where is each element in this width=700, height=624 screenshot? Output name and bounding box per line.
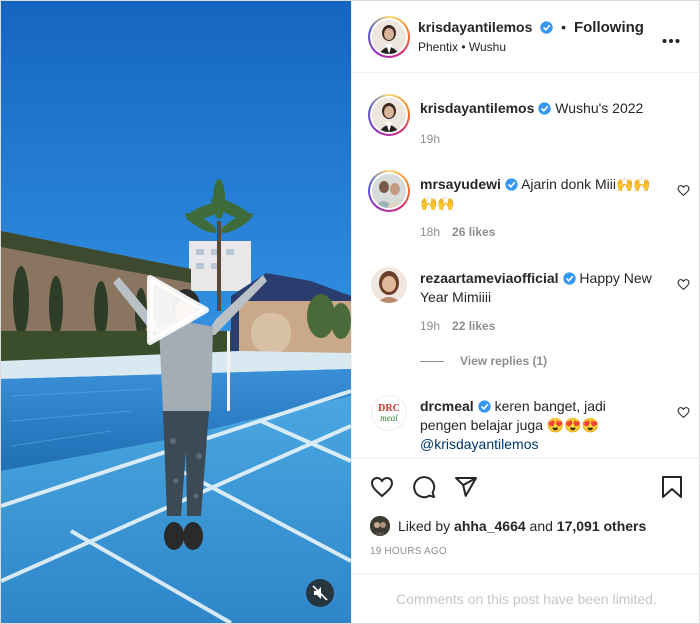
replies-divider xyxy=(420,361,444,363)
verified-badge-icon xyxy=(540,21,553,34)
verified-badge-icon xyxy=(562,272,576,285)
commenter-username[interactable]: drcmeal xyxy=(420,398,474,414)
commenter-avatar[interactable] xyxy=(368,170,410,212)
verified-badge-icon xyxy=(478,400,491,413)
mention-link[interactable]: @krisdayantilemos xyxy=(420,436,538,452)
commenter-avatar[interactable]: DRC meal xyxy=(371,395,407,431)
comments-list: krisdayantilemos Wushu's 2022 19h mrsayu… xyxy=(352,74,700,458)
post-timestamp[interactable]: 19 HOURS AGO xyxy=(370,546,447,557)
comment-time[interactable]: 19h xyxy=(420,319,440,333)
author-username[interactable]: krisdayantilemos xyxy=(418,19,532,35)
caption-time[interactable]: 19h xyxy=(420,132,440,146)
muted-speaker-icon xyxy=(312,585,328,601)
share-send-icon[interactable] xyxy=(454,475,478,499)
verified-badge-icon xyxy=(505,178,518,191)
comment-meta: 19h 22 likes xyxy=(420,319,495,333)
commenter-username[interactable]: mrsayudewi xyxy=(420,176,501,192)
caption: krisdayantilemos Wushu's 2022 19h xyxy=(368,94,688,174)
post-header: krisdayantilemos • Following Phentix • W… xyxy=(352,1,700,73)
like-comment-heart-icon[interactable] xyxy=(677,278,690,291)
caption-text: Wushu's 2022 xyxy=(555,100,644,116)
play-button[interactable] xyxy=(142,272,212,348)
post-location[interactable]: Phentix • Wushu xyxy=(418,40,506,54)
commenter-username[interactable]: rezaartameviaofficial xyxy=(420,270,559,286)
comment-likes[interactable]: 26 likes xyxy=(452,225,495,239)
more-options-button[interactable] xyxy=(662,31,680,47)
caption-username[interactable]: krisdayantilemos xyxy=(420,100,534,116)
comment-item: DRC meal drcmeal keren banget, jadi peng… xyxy=(368,392,690,458)
video-player[interactable] xyxy=(1,1,351,623)
post-modal: krisdayantilemos • Following Phentix • W… xyxy=(0,0,700,624)
liked-by-line: Liked by ahha_4664 and 17,091 others xyxy=(398,518,647,534)
liked-by-username[interactable]: ahha_4664 xyxy=(454,518,526,534)
like-comment-heart-icon[interactable] xyxy=(677,406,690,419)
play-icon xyxy=(147,275,209,345)
comment-meta: 18h 26 likes xyxy=(420,225,495,239)
post-details-panel: krisdayantilemos • Following Phentix • W… xyxy=(351,1,700,623)
commenter-avatar[interactable] xyxy=(371,267,407,303)
like-comment-heart-icon[interactable] xyxy=(677,184,690,197)
comment-likes[interactable]: 22 likes xyxy=(452,319,495,333)
comment-item: mrsayudewi Ajarin donk Miii🙌🙌🙌🙌 18h 26 li… xyxy=(368,170,690,250)
comment-time[interactable]: 18h xyxy=(420,225,440,239)
mute-button[interactable] xyxy=(306,579,334,607)
author-line: krisdayantilemos • Following xyxy=(418,19,644,36)
comments-limited-notice: Comments on this post have been limited. xyxy=(352,573,700,623)
comment-icon[interactable] xyxy=(412,475,436,499)
caption-avatar[interactable] xyxy=(368,94,410,136)
verified-badge-icon xyxy=(538,102,552,115)
comment-item: rezaartameviaofficial Happy New Year Mim… xyxy=(368,264,690,379)
post-actions: Liked by ahha_4664 and 17,091 others 19 … xyxy=(352,458,700,622)
author-avatar[interactable] xyxy=(368,16,410,58)
view-replies-button[interactable]: View replies (1) xyxy=(420,354,547,368)
like-heart-icon[interactable] xyxy=(370,475,394,499)
more-horizontal-icon xyxy=(662,39,680,43)
liker-avatar[interactable] xyxy=(370,516,390,536)
following-button[interactable]: Following xyxy=(574,19,644,36)
likes-count[interactable]: 17,091 others xyxy=(557,518,647,534)
save-bookmark-icon[interactable] xyxy=(661,475,683,499)
